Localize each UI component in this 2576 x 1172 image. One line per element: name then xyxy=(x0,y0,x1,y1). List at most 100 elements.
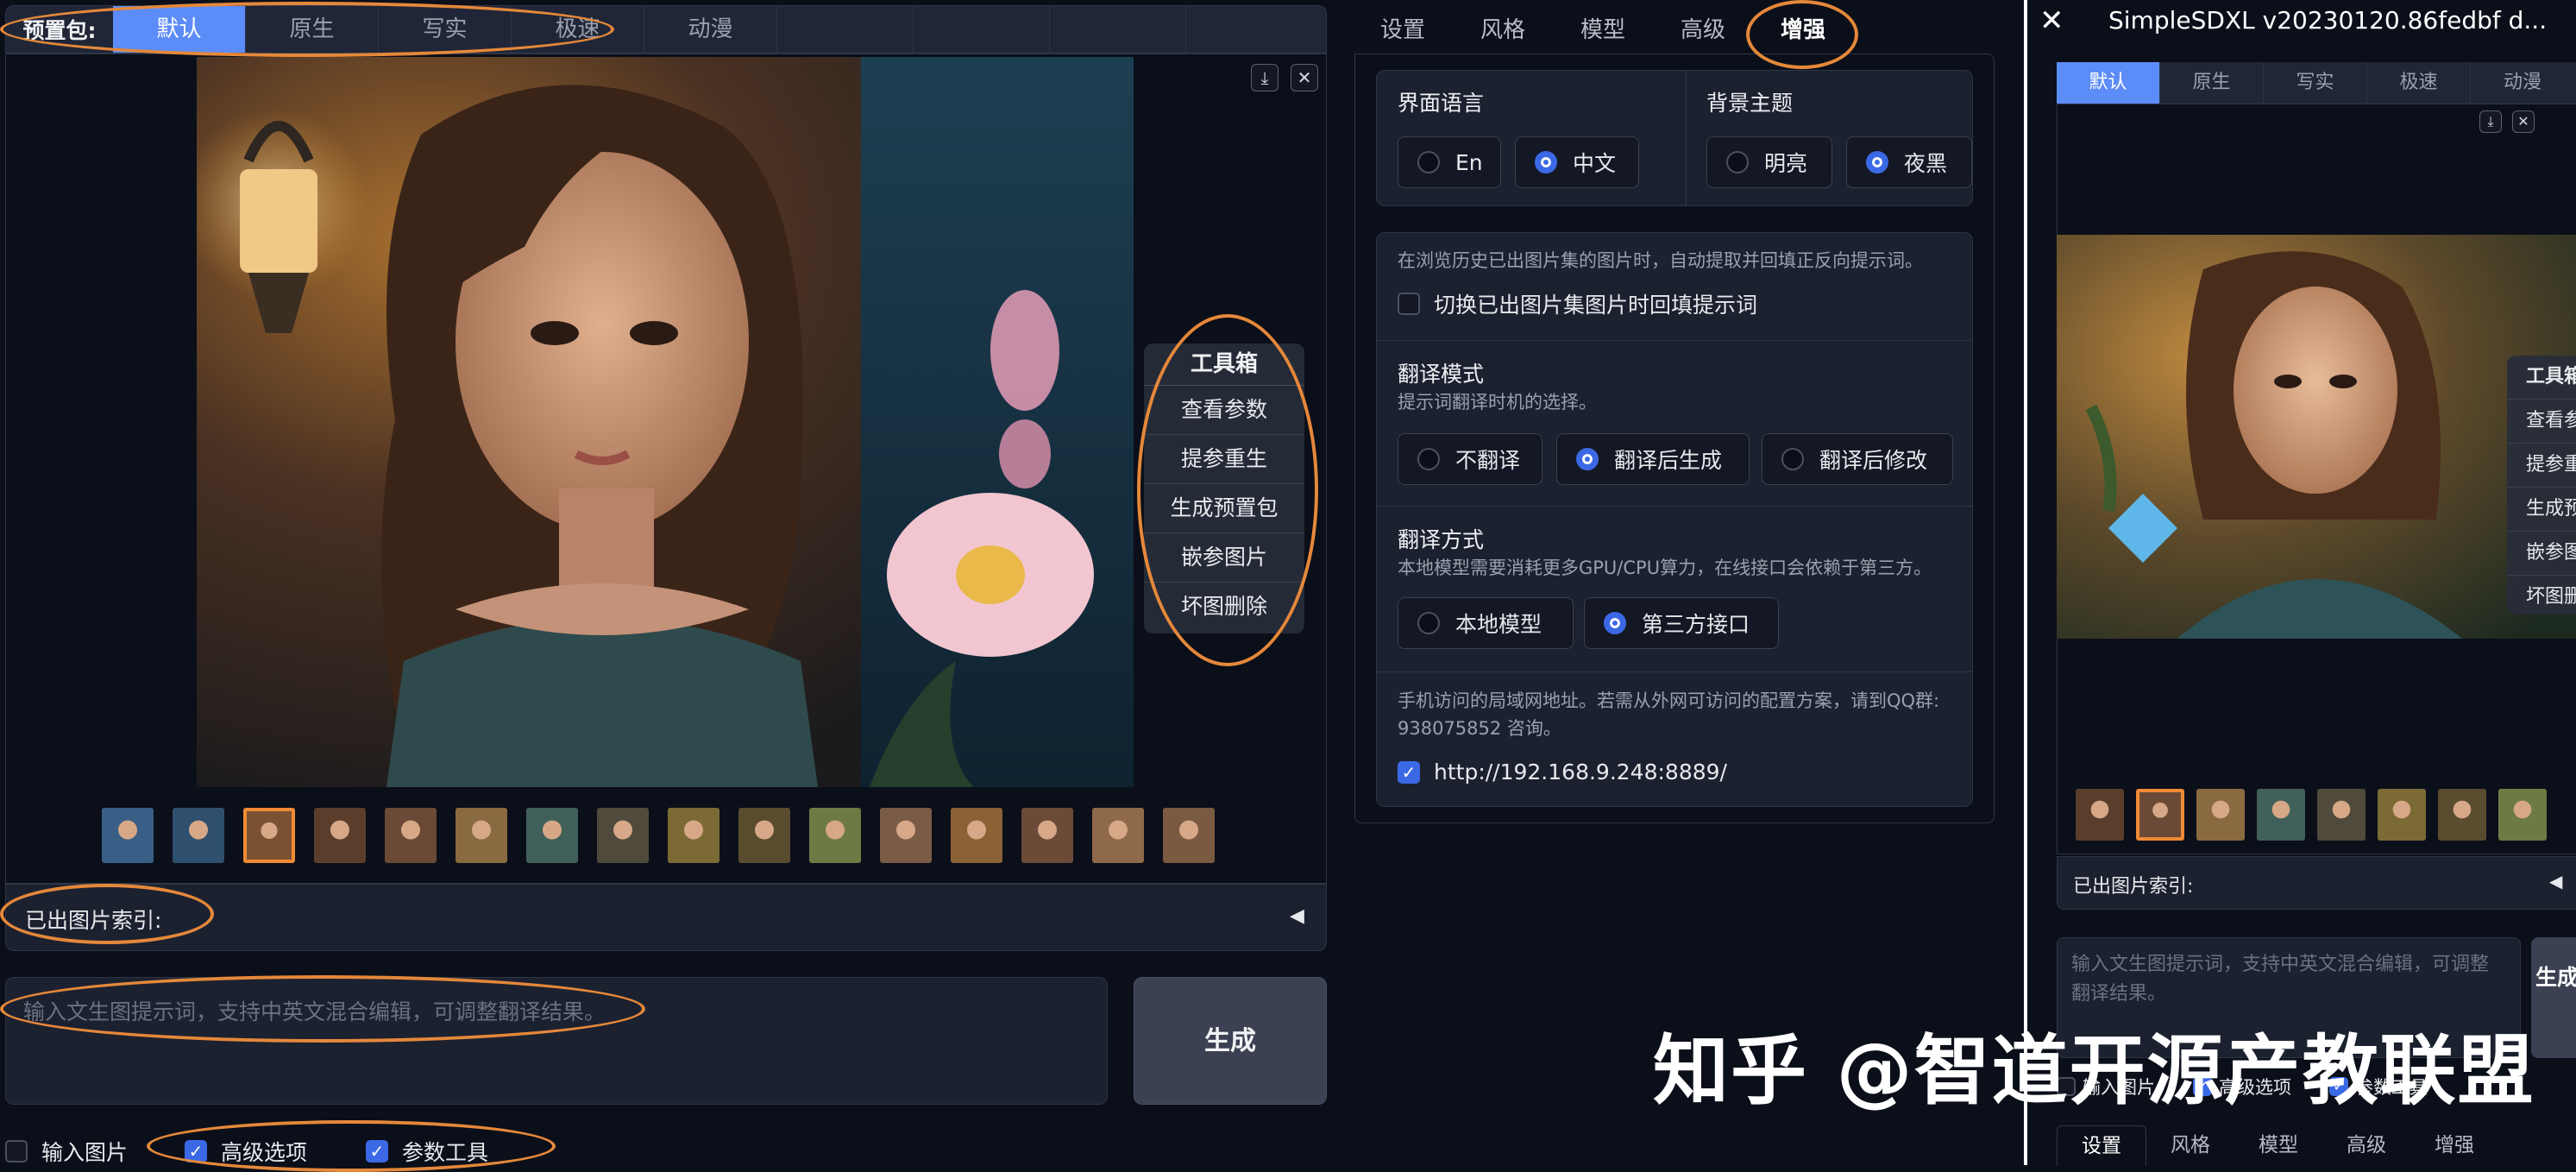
tab-model[interactable]: 模型 xyxy=(1553,7,1653,54)
radio-off-icon xyxy=(1417,612,1440,634)
thumbnail-image[interactable] xyxy=(1092,808,1144,863)
mobile-tab-enhance[interactable]: 增强 xyxy=(2410,1125,2498,1166)
theme-dark-option[interactable]: 夜黑 xyxy=(1846,136,1972,188)
translate-then-edit-option[interactable]: 翻译后修改 xyxy=(1762,433,1953,485)
mobile-toolbox-regenerate[interactable]: 提参重生 xyxy=(2507,444,2576,488)
language-zh-option[interactable]: 中文 xyxy=(1515,136,1639,188)
advanced-options-checkbox-row[interactable]: ✓ 高级选项 xyxy=(185,1136,307,1167)
mobile-preset-native[interactable]: 原生 xyxy=(2160,62,2264,104)
mobile-toolbox-embed-params[interactable]: 嵌参图片 xyxy=(2507,532,2576,576)
preset-tab-anime[interactable]: 动漫 xyxy=(644,6,777,53)
tab-enhance[interactable]: 增强 xyxy=(1753,7,1853,54)
language-en-label: En xyxy=(1455,149,1483,175)
mobile-thumbnail-image[interactable] xyxy=(2378,789,2426,841)
mobile-thumbnail-image[interactable] xyxy=(2498,789,2547,841)
preset-tab-fast[interactable]: 极速 xyxy=(512,6,644,53)
param-tools-checkbox[interactable]: ✓ xyxy=(366,1140,388,1163)
close-icon[interactable]: ✕ xyxy=(1291,64,1318,91)
preset-tab-empty xyxy=(777,6,914,53)
mobile-tab-model[interactable]: 模型 xyxy=(2234,1125,2322,1166)
mobile-tab-style[interactable]: 风格 xyxy=(2146,1125,2234,1166)
mobile-thumbnail-image[interactable] xyxy=(2317,789,2366,841)
image-index-label: 已出图片索引: xyxy=(25,908,162,933)
collapse-arrow-icon[interactable]: ◀ xyxy=(2549,871,2562,892)
close-icon[interactable]: ✕ xyxy=(2512,110,2535,133)
mobile-thumbnail-image[interactable] xyxy=(2196,789,2245,841)
radio-on-icon xyxy=(1604,612,1626,634)
mobile-tab-settings[interactable]: 设置 xyxy=(2057,1125,2146,1166)
toolbox-regenerate[interactable]: 提参重生 xyxy=(1144,435,1304,484)
input-image-checkbox-row[interactable]: 输入图片 xyxy=(5,1136,128,1167)
thumbnail-image[interactable] xyxy=(597,808,649,863)
radio-off-icon xyxy=(1417,448,1440,470)
thumbnail-image[interactable] xyxy=(314,808,366,863)
param-tools-checkbox-row[interactable]: ✓ 参数工具 xyxy=(366,1136,488,1167)
preset-tab-empty xyxy=(914,6,1050,53)
thumbnail-image[interactable] xyxy=(1163,808,1215,863)
local-model-option[interactable]: 本地模型 xyxy=(1398,597,1574,649)
prompt-input[interactable]: 输入文生图提示词，支持中英文混合编辑，可调整翻译结果。 xyxy=(5,977,1108,1105)
thumbnail-image[interactable] xyxy=(456,808,507,863)
tab-settings[interactable]: 设置 xyxy=(1353,7,1453,54)
download-icon[interactable]: ⤓ xyxy=(1251,64,1279,91)
radio-on-icon xyxy=(1535,151,1557,173)
download-icon[interactable]: ⤓ xyxy=(2479,110,2502,133)
thumbnail-image[interactable] xyxy=(1021,808,1073,863)
lan-url-checkbox[interactable]: ✓ xyxy=(1398,760,1420,784)
mobile-toolbox-delete-bad[interactable]: 坏图删除 xyxy=(2507,576,2576,614)
lan-url-row[interactable]: ✓ http://192.168.9.248:8889/ xyxy=(1398,759,1727,784)
advanced-options-checkbox[interactable]: ✓ xyxy=(185,1140,207,1163)
mobile-preset-fast[interactable]: 极速 xyxy=(2367,62,2471,104)
third-party-api-label: 第三方接口 xyxy=(1642,612,1750,637)
translate-then-generate-option[interactable]: 翻译后生成 xyxy=(1556,433,1750,485)
thumbnail-image[interactable] xyxy=(668,808,719,863)
mobile-toolbox-make-preset[interactable]: 生成预置包 xyxy=(2507,488,2576,532)
thumbnail-image[interactable] xyxy=(738,808,790,863)
thumbnail-image[interactable] xyxy=(385,808,437,863)
mobile-generated-image[interactable] xyxy=(2057,235,2576,639)
toolbox-view-params[interactable]: 查看参数 xyxy=(1144,386,1304,435)
mobile-preset-realistic[interactable]: 写实 xyxy=(2264,62,2367,104)
thumbnail-image[interactable] xyxy=(809,808,861,863)
generated-image[interactable] xyxy=(197,57,1134,787)
history-toggle-row[interactable]: 切换已出图片集图片时回填提示词 xyxy=(1398,288,1757,319)
thumbnail-image[interactable] xyxy=(173,808,224,863)
thumbnail-image[interactable] xyxy=(526,808,578,863)
image-index-bar[interactable]: 已出图片索引: ◀ xyxy=(5,884,1327,951)
mobile-thumbnail-image[interactable] xyxy=(2136,789,2184,841)
input-image-label: 输入图片 xyxy=(41,1140,129,1165)
theme-light-option[interactable]: 明亮 xyxy=(1706,136,1832,188)
mobile-preset-anime[interactable]: 动漫 xyxy=(2471,62,2574,104)
preset-tab-native[interactable]: 原生 xyxy=(246,6,379,53)
tab-style[interactable]: 风格 xyxy=(1453,7,1553,54)
tab-advanced[interactable]: 高级 xyxy=(1653,7,1753,54)
generate-button[interactable]: 生成 xyxy=(1134,977,1327,1105)
third-party-api-option[interactable]: 第三方接口 xyxy=(1584,597,1779,649)
mobile-toolbox-view-params[interactable]: 查看参数 xyxy=(2507,400,2576,444)
toolbox-delete-bad[interactable]: 坏图删除 xyxy=(1144,583,1304,631)
close-icon[interactable]: ✕ xyxy=(2039,0,2064,41)
thumbnail-image[interactable] xyxy=(951,808,1002,863)
mobile-preset-default[interactable]: 默认 xyxy=(2057,62,2160,104)
mobile-tab-advanced[interactable]: 高级 xyxy=(2322,1125,2410,1166)
mobile-image-index-bar[interactable]: 已出图片索引: ◀ xyxy=(2057,856,2576,910)
mobile-thumbnail-image[interactable] xyxy=(2438,789,2486,841)
lan-url[interactable]: http://192.168.9.248:8889/ xyxy=(1434,759,1727,784)
preset-tab-realistic[interactable]: 写实 xyxy=(379,6,512,53)
preset-tab-default[interactable]: 默认 xyxy=(113,6,246,53)
prompt-placeholder: 输入文生图提示词，支持中英文混合编辑，可调整翻译结果。 xyxy=(23,999,606,1024)
thumbnail-image[interactable] xyxy=(243,808,295,863)
collapse-arrow-icon[interactable]: ◀ xyxy=(1290,905,1304,927)
toolbox-embed-params[interactable]: 嵌参图片 xyxy=(1144,533,1304,583)
toolbox-make-preset[interactable]: 生成预置包 xyxy=(1144,484,1304,533)
thumbnail-image[interactable] xyxy=(102,808,154,863)
mobile-toolbox: 工具箱 查看参数 提参重生 生成预置包 嵌参图片 坏图删除 xyxy=(2507,356,2576,614)
language-en-option[interactable]: En xyxy=(1398,136,1501,188)
mobile-generate-button[interactable]: 生成 xyxy=(2531,937,2576,1058)
thumbnail-image[interactable] xyxy=(880,808,932,863)
input-image-checkbox[interactable] xyxy=(5,1140,28,1163)
translate-none-option[interactable]: 不翻译 xyxy=(1398,433,1542,485)
history-toggle-checkbox[interactable] xyxy=(1398,293,1420,315)
mobile-thumbnail-image[interactable] xyxy=(2257,789,2305,841)
mobile-thumbnail-image[interactable] xyxy=(2076,789,2124,841)
